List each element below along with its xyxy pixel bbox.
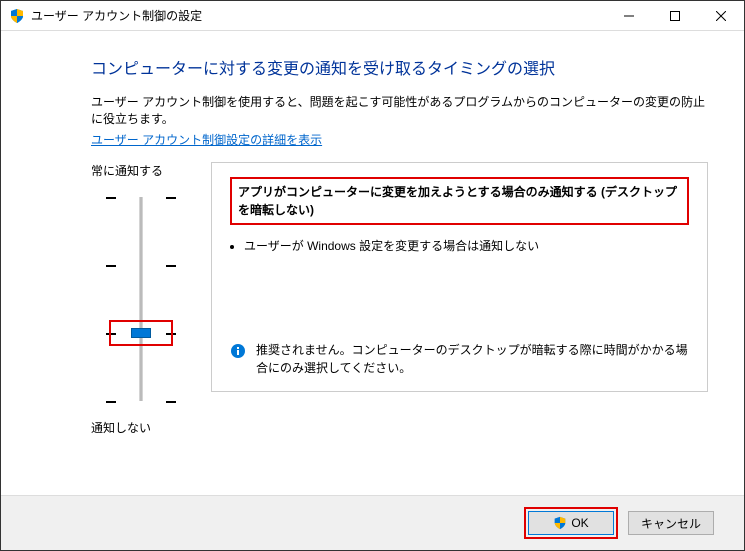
level-bullet: ユーザーが Windows 設定を変更する場合は通知しない [244,237,689,256]
info-icon [230,343,246,359]
cancel-button[interactable]: キャンセル [628,511,714,535]
maximize-button[interactable] [652,1,698,30]
slider-bottom-label: 通知しない [91,419,191,436]
shield-icon [9,8,25,24]
description-text: ユーザー アカウント制御を使用すると、問題を起こす可能性があるプログラムからのコ… [91,93,708,127]
cancel-button-label: キャンセル [641,515,701,532]
content-area: コンピューターに対する変更の通知を受け取るタイミングの選択 ユーザー アカウント… [1,31,744,450]
slider-top-label: 常に通知する [91,162,191,179]
minimize-button[interactable] [606,1,652,30]
ok-button-highlight: OK [524,507,618,539]
ok-button-label: OK [571,516,588,530]
uac-settings-window: ユーザー アカウント制御の設定 コンピューターに対する変更の通知を受け取るタイミ… [0,0,745,551]
window-title: ユーザー アカウント制御の設定 [31,7,606,24]
slider-thumb[interactable] [131,328,151,338]
level-title: アプリがコンピューターに変更を加えようとする場合のみ通知する (デスクトップを暗… [230,177,689,225]
dialog-footer: OK キャンセル [1,495,744,550]
slider-column: 常に通知する 通知しない [91,162,191,436]
slider-thumb-highlight [109,320,173,346]
level-description-panel: アプリがコンピューターに変更を加えようとする場合のみ通知する (デスクトップを暗… [211,162,708,392]
shield-icon [553,516,567,530]
titlebar: ユーザー アカウント制御の設定 [1,1,744,31]
page-heading: コンピューターに対する変更の通知を受け取るタイミングの選択 [91,55,708,79]
notification-slider[interactable] [106,189,176,409]
level-note-text: 推奨されません。コンピューターのデスクトップが暗転する際に時間がかかる場合にのみ… [256,341,689,377]
slider-track [140,197,143,401]
level-bullet-list: ユーザーが Windows 設定を変更する場合は通知しない [244,237,689,256]
details-link[interactable]: ユーザー アカウント制御設定の詳細を表示 [91,133,322,147]
close-button[interactable] [698,1,744,30]
level-note: 推奨されません。コンピューターのデスクトップが暗転する際に時間がかかる場合にのみ… [230,341,689,377]
ok-button[interactable]: OK [528,511,614,535]
